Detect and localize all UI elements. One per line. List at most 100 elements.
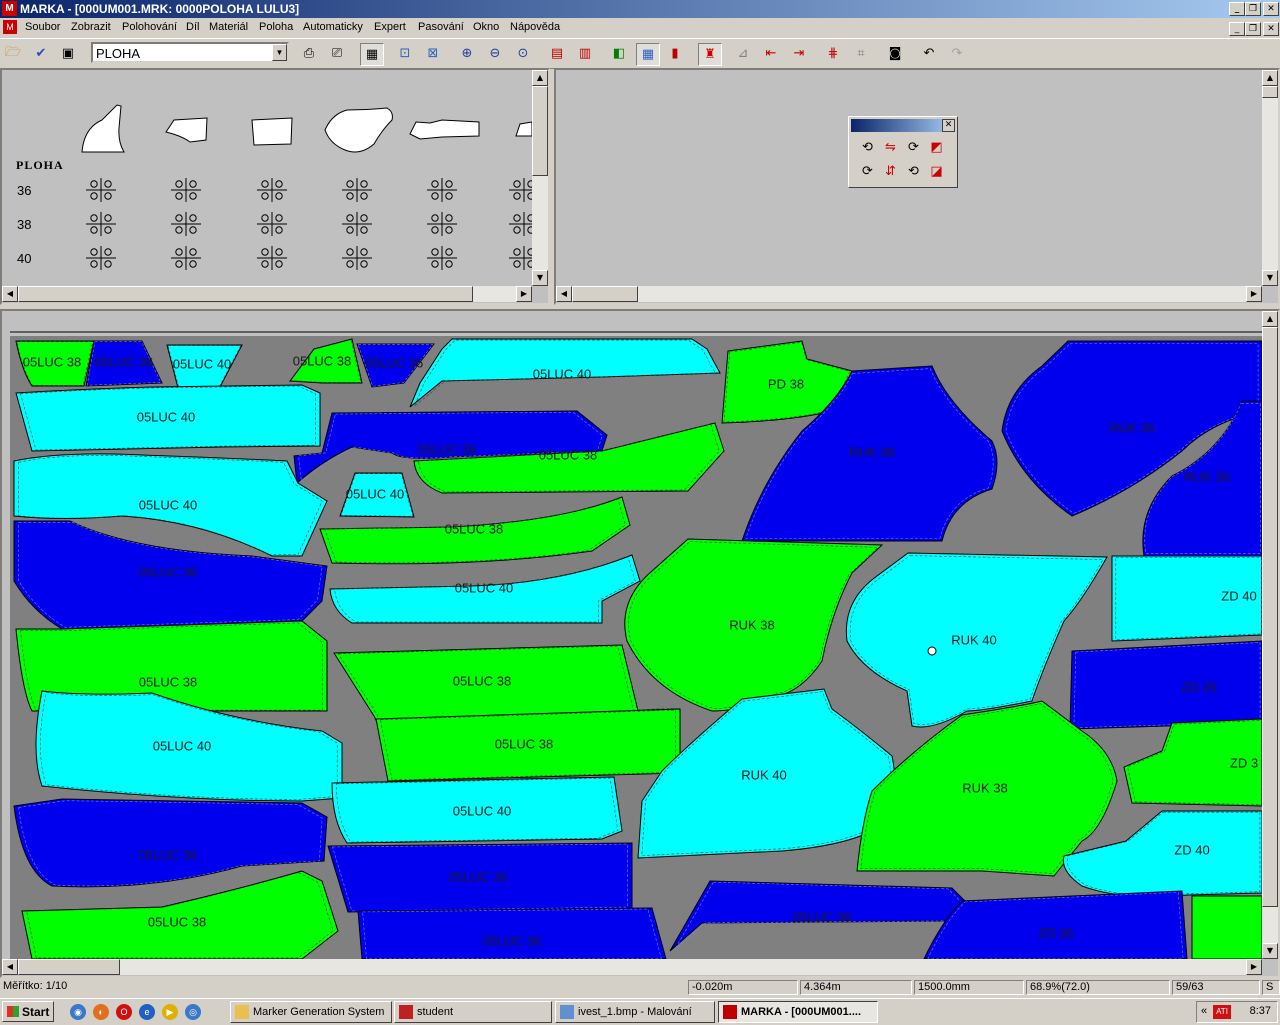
piece-count-symbol[interactable]	[86, 212, 116, 236]
garment-icon[interactable]: ♜	[698, 43, 722, 66]
scroll-down-icon[interactable]: ▼	[532, 270, 548, 286]
flip-vertical-icon[interactable]: ⇵	[880, 161, 901, 181]
piece-count-symbol[interactable]	[257, 212, 287, 236]
flip-horizontal-icon[interactable]: ⇋	[880, 137, 901, 157]
scroll-down-icon[interactable]: ▼	[1262, 943, 1278, 959]
zoom-in-icon[interactable]: ⊕	[456, 43, 478, 64]
marker-view-icon[interactable]: ▤	[546, 43, 568, 64]
rotate-right-icon[interactable]: ⟳	[857, 161, 878, 181]
piece-count-symbol[interactable]	[342, 178, 372, 202]
piece-count-symbol[interactable]	[86, 246, 116, 270]
save-icon[interactable]: ▣	[57, 43, 79, 64]
marker-vertical-scrollbar[interactable]: ▲ ▼	[1262, 311, 1278, 959]
zoom-fit-icon[interactable]: ⊠	[422, 43, 444, 64]
start-button[interactable]: Start	[2, 1001, 54, 1022]
menu-pasovani[interactable]: Pasování	[418, 21, 464, 33]
desktop-icon[interactable]: ◉	[70, 1004, 86, 1020]
palette-close-icon[interactable]: ✕	[942, 119, 955, 132]
preview-horizontal-scrollbar[interactable]: ◀ ▶	[556, 286, 1262, 302]
columns-icon[interactable]: ▮	[664, 43, 686, 64]
firefox-icon[interactable]: ◐	[93, 1004, 109, 1020]
ati-icon[interactable]: ATI	[1213, 1005, 1231, 1019]
scroll-thumb[interactable]	[1262, 86, 1278, 98]
marker-piece[interactable]: 05LUC 40	[331, 776, 623, 844]
piece-count-symbol[interactable]	[427, 246, 457, 270]
scroll-thumb[interactable]	[18, 286, 473, 302]
tray-expand-icon[interactable]: «	[1201, 1005, 1207, 1017]
task-marka[interactable]: MARKA - [000UM001....	[718, 1001, 878, 1023]
piece-count-symbol[interactable]	[171, 178, 201, 202]
group-icon[interactable]: ⌗	[850, 43, 872, 64]
scroll-thumb[interactable]	[18, 959, 120, 975]
align-icon[interactable]: ⊿	[732, 43, 754, 64]
menu-zobrazit[interactable]: Zobrazit	[71, 21, 111, 33]
piece-count-symbol[interactable]	[257, 178, 287, 202]
pieces-horizontal-scrollbar[interactable]: ◀ ▶	[2, 286, 532, 302]
chevron-down-icon[interactable]: ▼	[272, 44, 287, 61]
redo-icon[interactable]: ↷	[946, 43, 968, 64]
menu-expert[interactable]: Expert	[374, 21, 406, 33]
network-icon[interactable]: ◎	[185, 1004, 201, 1020]
minimize-button[interactable]: _	[1229, 2, 1245, 16]
scroll-thumb[interactable]	[532, 86, 548, 176]
preview-vertical-scrollbar[interactable]: ▲ ▼	[1262, 70, 1278, 286]
piece-count-symbol[interactable]	[427, 212, 457, 236]
scroll-up-icon[interactable]: ▲	[532, 70, 548, 86]
zoom-out-icon[interactable]: ⊖	[484, 43, 506, 64]
piece-count-symbol[interactable]	[171, 212, 201, 236]
close-button[interactable]: ✕	[1263, 2, 1279, 16]
menu-okno[interactable]: Okno	[473, 21, 499, 33]
check-icon[interactable]: ✔	[30, 43, 52, 64]
layout-select[interactable]: PLOHA ▼	[91, 42, 289, 63]
move-right-icon[interactable]: ⇥	[788, 43, 810, 64]
marker-horizontal-scrollbar[interactable]: ◀ ▶	[2, 959, 1262, 975]
ie-icon[interactable]: e	[139, 1004, 155, 1020]
scroll-right-icon[interactable]: ▶	[516, 286, 532, 302]
media-player-icon[interactable]: ▶	[162, 1004, 178, 1020]
menu-automaticky[interactable]: Automaticky	[303, 21, 363, 33]
open-icon[interactable]: 🗁	[2, 43, 24, 64]
rotate-left-icon[interactable]: ⟲	[857, 137, 878, 157]
scroll-left-icon[interactable]: ◀	[2, 959, 18, 975]
doc-minimize-button[interactable]: _	[1229, 22, 1245, 36]
piece-count-symbol[interactable]	[342, 246, 372, 270]
task-student[interactable]: student	[394, 1001, 552, 1023]
document-icon[interactable]: M	[3, 20, 17, 34]
marker-piece[interactable]: 05LUC 40	[15, 384, 321, 452]
menu-soubor[interactable]: Soubor	[25, 21, 60, 33]
app-icon[interactable]: M	[2, 1, 17, 16]
piece-count-symbol[interactable]	[86, 178, 116, 202]
maximize-button[interactable]: ❐	[1245, 2, 1261, 16]
scroll-up-icon[interactable]: ▲	[1262, 70, 1278, 86]
zoom-reset-icon[interactable]: ⊙	[512, 43, 534, 64]
scroll-thumb[interactable]	[1262, 327, 1278, 907]
table-icon[interactable]: ▦	[636, 43, 660, 66]
task-marker-generation[interactable]: Marker Generation System	[230, 1001, 392, 1023]
pieces-vertical-scrollbar[interactable]: ▲ ▼	[532, 70, 548, 286]
rotate-piece-icon[interactable]: ⟳	[903, 137, 924, 157]
marker-piece[interactable]: 05LUC 38	[15, 340, 95, 387]
opera-icon[interactable]: O	[116, 1004, 132, 1020]
piece-count-symbol[interactable]	[509, 178, 532, 202]
split-icon[interactable]: ⋕	[822, 43, 844, 64]
turn-piece-icon[interactable]: ⟲	[903, 161, 924, 181]
menu-material[interactable]: Materiál	[209, 21, 248, 33]
lock-piece-icon[interactable]: ◪	[926, 161, 947, 181]
marker-canvas[interactable]: 05LUC 38 05LUC 36 05LUC 40 05LUC 38 05LUC 36…	[2, 311, 1262, 959]
marker-piece[interactable]: 05LUC 38	[375, 708, 681, 782]
move-left-icon[interactable]: ⇤	[760, 43, 782, 64]
palette-titlebar[interactable]	[851, 119, 953, 132]
camera-icon[interactable]: ◙	[884, 43, 906, 64]
mirror-icon[interactable]: ◩	[926, 137, 947, 157]
marker-piece[interactable]	[1191, 895, 1262, 959]
menu-polohovani[interactable]: Polohování	[122, 21, 177, 33]
marker-piece[interactable]: 05LUC 36	[357, 907, 667, 959]
piece-count-symbol[interactable]	[427, 178, 457, 202]
preview-icon[interactable]: ⎙	[298, 43, 320, 64]
print-icon[interactable]: ⎚	[326, 43, 348, 64]
scroll-left-icon[interactable]: ◀	[2, 286, 18, 302]
piece-count-symbol[interactable]	[257, 246, 287, 270]
piece-count-symbol[interactable]	[509, 246, 532, 270]
scroll-left-icon[interactable]: ◀	[556, 286, 572, 302]
scroll-thumb[interactable]	[572, 286, 638, 302]
